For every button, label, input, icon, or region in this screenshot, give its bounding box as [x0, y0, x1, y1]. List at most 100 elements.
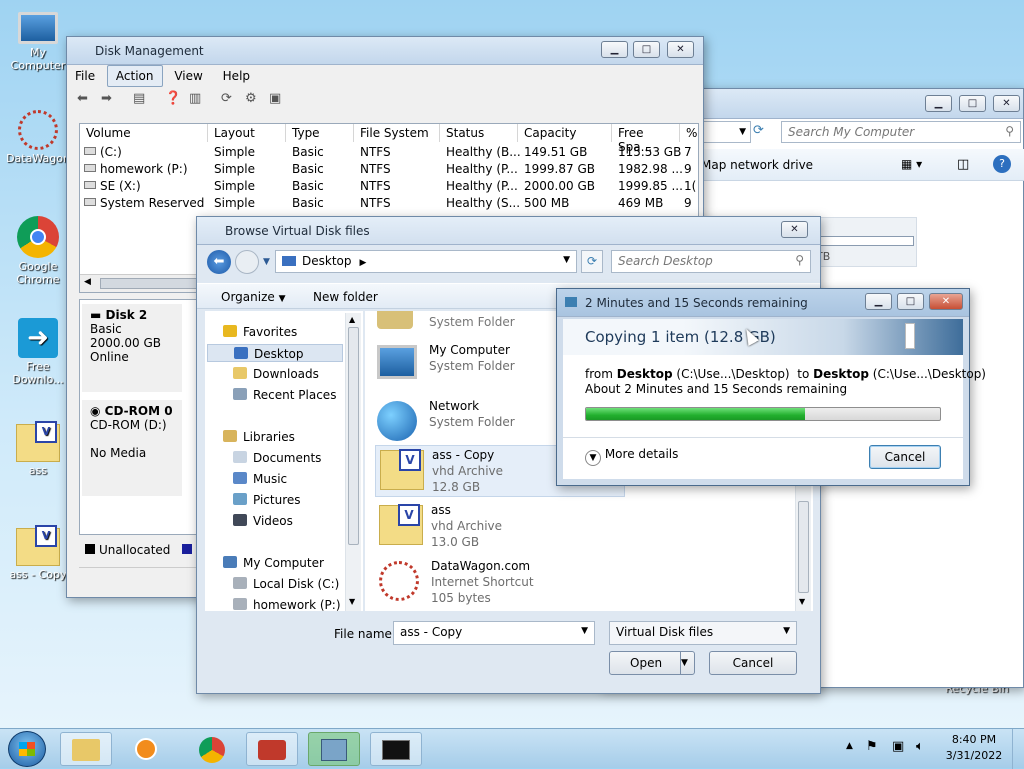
forward-icon[interactable]: ➡ — [101, 91, 112, 106]
file-type-select[interactable]: Virtual Disk files ▼ — [609, 621, 797, 645]
maximize-button[interactable]: □ — [633, 41, 660, 58]
file-item-ass[interactable]: V ass vhd Archive 13.0 GB — [375, 501, 625, 553]
nav-music[interactable]: Music — [233, 470, 287, 488]
table-row[interactable]: (C:) Simple Basic NTFS Healthy (B... 149… — [80, 144, 698, 161]
taskbar-chrome[interactable] — [186, 732, 238, 766]
address-bar[interactable]: ▼ — [701, 121, 751, 143]
nav-pictures[interactable]: Pictures — [233, 491, 301, 509]
column-layout[interactable]: Layout — [208, 124, 286, 142]
minimize-button[interactable]: ▁ — [925, 95, 952, 112]
refresh-icon[interactable]: ⟳ — [581, 250, 603, 273]
cancel-copy-button[interactable]: Cancel — [869, 445, 941, 469]
scroll-left-icon[interactable]: ◀ — [84, 277, 91, 287]
taskbar-explorer[interactable] — [60, 732, 112, 766]
scroll-thumb[interactable] — [100, 278, 200, 289]
show-desktop-button[interactable] — [1012, 729, 1024, 769]
taskbar-command-prompt[interactable] — [370, 732, 422, 766]
menu-help[interactable]: Help — [215, 66, 258, 86]
forward-button[interactable] — [235, 250, 259, 274]
minimize-button[interactable]: ▁ — [601, 41, 628, 58]
refresh-icon[interactable]: ⟳ — [221, 91, 232, 106]
table-row[interactable]: SE (X:) Simple Basic NTFS Healthy (P... … — [80, 178, 698, 195]
back-button[interactable]: ⬅ — [207, 250, 231, 274]
table-row[interactable]: System Reserved Simple Basic NTFS Health… — [80, 195, 698, 212]
back-icon[interactable]: ⬅ — [77, 91, 88, 106]
column-file-system[interactable]: File System — [354, 124, 440, 142]
address-bar[interactable]: Desktop ▶ ▼ — [275, 250, 577, 273]
close-button[interactable]: ✕ — [781, 221, 808, 238]
nav-homework[interactable]: homework (P:) — [233, 596, 341, 614]
taskbar-toolbox[interactable] — [246, 732, 298, 766]
column-percent[interactable]: % — [680, 124, 698, 142]
menu-view[interactable]: View — [166, 66, 210, 86]
nav-videos[interactable]: Videos — [233, 512, 293, 530]
desktop-icon-my-computer[interactable]: My Computer — [2, 8, 74, 72]
start-button[interactable] — [8, 731, 46, 767]
address-dropdown-icon[interactable]: ▼ — [563, 255, 570, 265]
search-input[interactable]: Search My Computer ⚲ — [781, 121, 1021, 143]
volume-icon[interactable]: 🔈︎ — [916, 739, 924, 754]
close-button[interactable]: ✕ — [993, 95, 1020, 112]
menu-action[interactable]: Action — [106, 65, 163, 87]
nav-documents[interactable]: Documents — [233, 449, 321, 467]
more-details-toggle[interactable]: ▼ More details — [585, 447, 678, 466]
view-options-icon[interactable]: ▦ ▾ — [901, 157, 922, 171]
chevron-down-icon[interactable]: ▼ — [581, 626, 588, 636]
column-type[interactable]: Type — [286, 124, 354, 142]
open-button[interactable]: Open ▼ — [609, 651, 695, 675]
scroll-thumb[interactable] — [348, 327, 359, 545]
history-dropdown-icon[interactable]: ▼ — [263, 257, 270, 267]
nav-favorites[interactable]: Favorites — [223, 323, 297, 341]
search-input[interactable]: Search Desktop ⚲ — [611, 250, 811, 273]
show-hidden-icons-icon[interactable]: ▲ — [846, 741, 853, 751]
organize-button[interactable]: Organize ▼ — [221, 290, 286, 304]
file-name-input[interactable]: ass - Copy ▼ — [393, 621, 595, 645]
nav-my-computer[interactable]: My Computer — [223, 554, 324, 572]
new-folder-button[interactable]: New folder — [313, 290, 378, 304]
maximize-button[interactable]: □ — [959, 95, 986, 112]
help-icon[interactable]: ❓ — [165, 91, 181, 106]
column-volume[interactable]: Volume — [80, 124, 208, 142]
nav-libraries[interactable]: Libraries — [223, 428, 295, 446]
settings-icon[interactable]: ⚙ — [245, 91, 257, 106]
desktop-icon-datawagon[interactable]: DataWagon — [2, 110, 74, 165]
nav-scrollbar[interactable]: ▲ ▼ — [345, 313, 361, 611]
close-button[interactable]: ✕ — [667, 41, 694, 58]
nav-local-disk[interactable]: Local Disk (C:) — [233, 575, 339, 593]
nav-desktop[interactable]: Desktop — [207, 344, 343, 362]
drive-tile[interactable]: TB — [811, 217, 917, 267]
desktop-icon-ass-copy[interactable]: V ass - Copy — [2, 525, 74, 581]
close-button[interactable]: ✕ — [929, 293, 963, 310]
cancel-button[interactable]: Cancel — [709, 651, 797, 675]
console-tree-icon[interactable]: ▤ — [133, 91, 145, 106]
table-row[interactable]: homework (P:) Simple Basic NTFS Healthy … — [80, 161, 698, 178]
column-status[interactable]: Status — [440, 124, 518, 142]
column-free-space[interactable]: Free Spa... — [612, 124, 680, 154]
scroll-up-icon[interactable]: ▲ — [349, 315, 355, 324]
rescan-icon[interactable]: ▣ — [269, 91, 281, 106]
desktop-icon-ass[interactable]: V ass — [2, 421, 74, 477]
file-item-datawagon[interactable]: DataWagon.com Internet Shortcut 105 byte… — [375, 557, 625, 609]
network-tray-icon[interactable]: ▣ — [892, 739, 904, 754]
desktop-icon-chrome[interactable]: Google Chrome — [2, 216, 74, 286]
help-icon[interactable]: ? — [993, 155, 1011, 173]
preview-pane-icon[interactable]: ◫ — [957, 157, 969, 172]
open-split-arrow-icon[interactable]: ▼ — [680, 652, 694, 674]
refresh-icon[interactable]: ⟳ — [753, 123, 773, 141]
minimize-button[interactable]: ▁ — [865, 293, 892, 310]
menu-file[interactable]: File — [67, 66, 103, 86]
cdrom-panel[interactable]: ◉ CD-ROM 0 CD-ROM (D:) No Media — [82, 400, 182, 496]
scroll-thumb[interactable] — [798, 501, 809, 593]
nav-downloads[interactable]: Downloads — [233, 365, 319, 383]
map-network-drive-button[interactable]: Map network drive — [701, 158, 813, 172]
properties-icon[interactable]: ▥ — [189, 91, 201, 106]
clock[interactable]: 8:40 PM 3/31/2022 — [942, 732, 1006, 764]
taskbar-media-player[interactable] — [120, 732, 172, 766]
scroll-down-icon[interactable]: ▼ — [349, 597, 355, 606]
action-center-icon[interactable]: ⚑ — [866, 739, 878, 754]
disk-2-panel[interactable]: ▬ Disk 2 Basic 2000.00 GB Online — [82, 304, 182, 392]
nav-recent-places[interactable]: Recent Places — [233, 386, 336, 404]
column-capacity[interactable]: Capacity — [518, 124, 612, 142]
desktop-icon-free-download[interactable]: ➜ Free Downlo... — [2, 318, 74, 386]
maximize-button[interactable]: □ — [897, 293, 924, 310]
